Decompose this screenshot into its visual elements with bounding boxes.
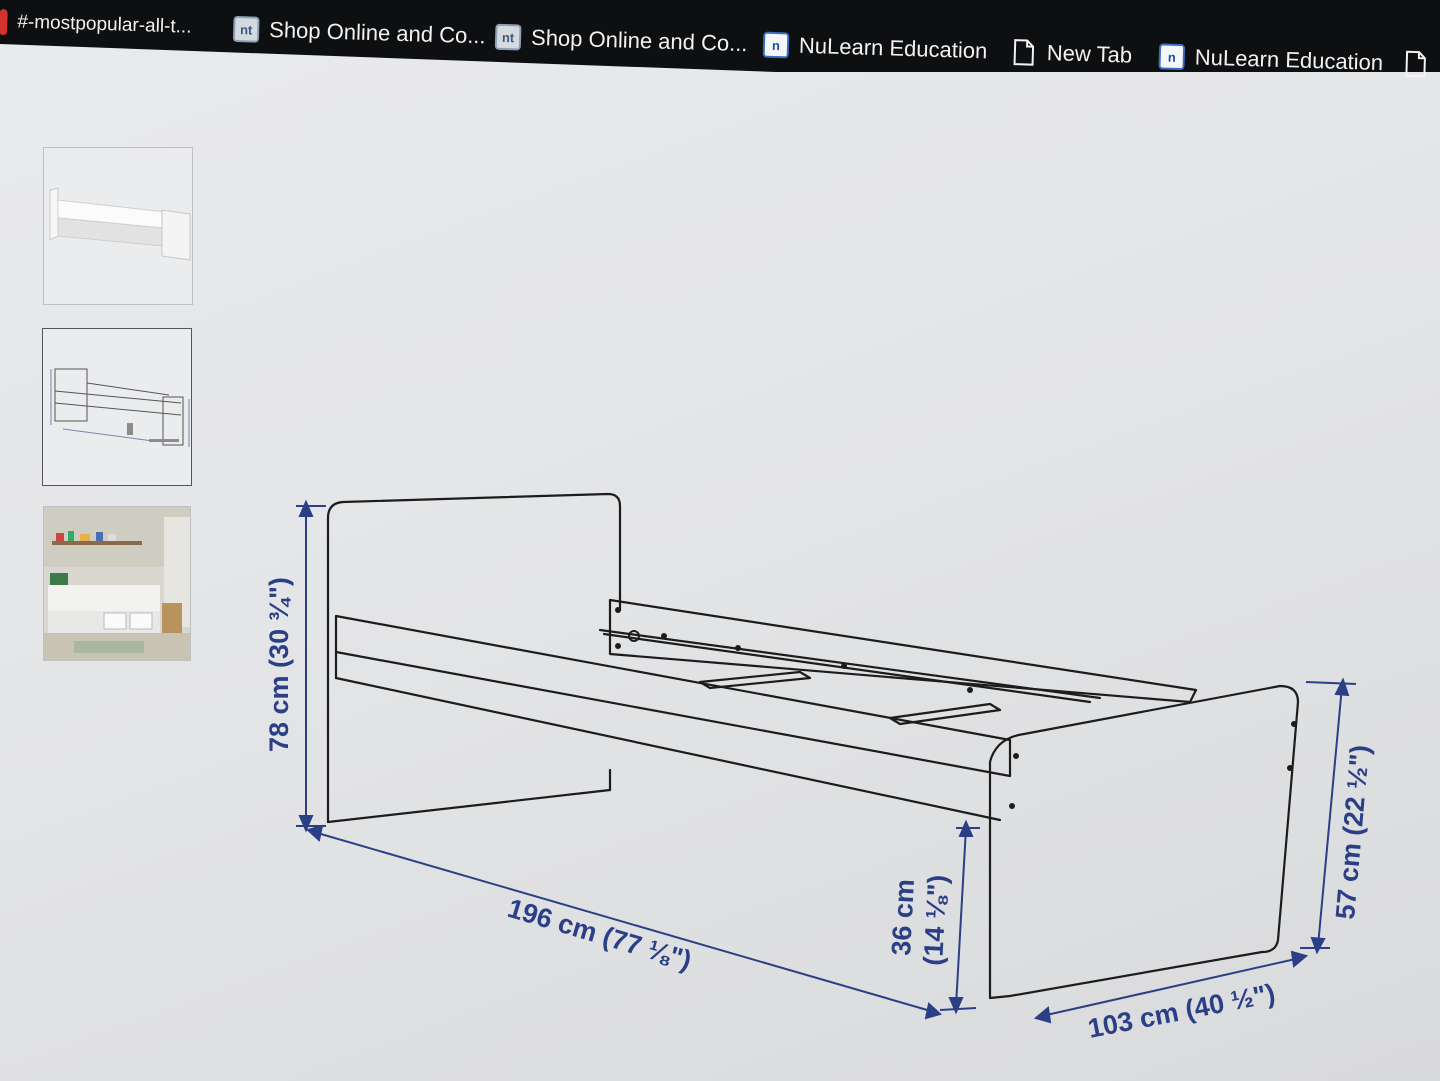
length-dimension-line <box>313 831 935 1013</box>
bookmark-label: #-mostpopular-all-t... <box>17 11 192 38</box>
nt-logo-icon: nt <box>232 15 260 43</box>
headboard-height-label: 78 cm (30 ¾") <box>264 577 294 752</box>
product-page: 78 cm (30 ¾") 196 cm (77 ⅛") 36 cm (14 ⅛… <box>0 50 1440 1081</box>
bookmark-mostpopular[interactable]: #-mostpopular-all-t... <box>0 4 192 46</box>
width-label: 103 cm (40 ½") <box>1085 978 1277 1044</box>
footboard-outline <box>988 684 1300 1000</box>
front-skirt-bottom <box>334 676 1002 822</box>
footboard-height-label: 57 cm (22 ½") <box>1330 744 1375 921</box>
clearance-height-inches-label: (14 ⅛") <box>918 874 953 966</box>
bed-dimension-drawing: 78 cm (30 ¾") 196 cm (77 ⅛") 36 cm (14 ⅛… <box>264 492 1375 1044</box>
bookmark-shop-online-1[interactable]: nt Shop Online and Co... <box>232 11 487 54</box>
back-side-rail <box>608 598 1198 704</box>
red-mark-icon <box>0 8 8 36</box>
headboard-bottom <box>326 788 612 824</box>
nt-logo-icon: nt <box>494 23 522 51</box>
bookmark-label: Shop Online and Co... <box>268 17 487 49</box>
slat-support <box>602 632 1092 704</box>
clearance-dimension-line <box>955 827 967 1007</box>
clearance-height-label: 36 cm <box>886 878 920 956</box>
